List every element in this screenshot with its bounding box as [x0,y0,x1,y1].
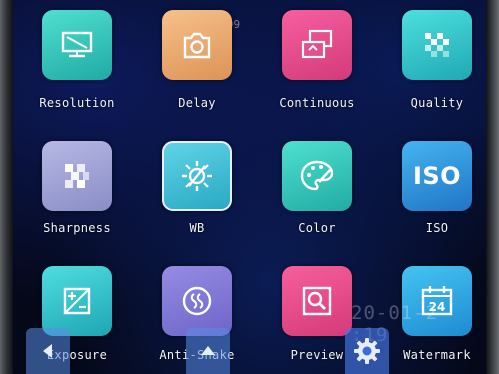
exposure-icon [63,287,91,315]
up-arrow-icon [201,346,215,355]
menu-tile-preview[interactable] [282,266,352,336]
menu-label-resolution: Resolution [39,96,115,110]
sharpness-icon [65,164,89,188]
menu-tile-anti-shake[interactable] [162,266,232,336]
anti-shake-icon [182,286,212,316]
menu-label-wb: WB [189,221,205,235]
iso-icon: ISO [412,162,462,190]
menu-label-continuous: Continuous [279,96,355,110]
menu-tile-wb[interactable] [162,141,232,211]
preview-icon [302,286,332,316]
menu-label-color: Color [298,221,336,235]
gear-icon [354,338,380,364]
resolution-icon [61,31,93,58]
menu-label-iso: ISO [425,221,449,235]
back-button[interactable] [26,328,70,374]
palette-icon [300,160,334,191]
menu-tile-sharpness[interactable] [42,141,112,211]
menu-tile-continuous[interactable] [282,10,352,80]
menu-tile-color[interactable] [282,141,352,211]
menu-tile-delay[interactable] [162,10,232,80]
continuous-shot-icon [301,29,333,59]
menu-label-delay: Delay [178,96,216,110]
menu-label-sharpness: Sharpness [43,221,111,235]
menu-tile-exposure[interactable] [42,266,112,336]
menu-tile-quality[interactable] [402,10,472,80]
settings-button[interactable] [345,328,389,374]
menu-label-quality: Quality [410,96,464,110]
white-balance-icon [182,161,212,191]
up-button[interactable] [186,328,230,374]
camera-timer-icon [183,32,211,59]
camera-menu-screen: 99999 Resolution Delay Continuous [13,0,486,374]
back-arrow-icon [43,344,52,358]
quality-icon [425,33,449,57]
menu-tile-iso[interactable]: ISO [402,141,472,211]
menu-label-watermark: Watermark [403,348,471,362]
menu-tile-resolution[interactable] [42,10,112,80]
